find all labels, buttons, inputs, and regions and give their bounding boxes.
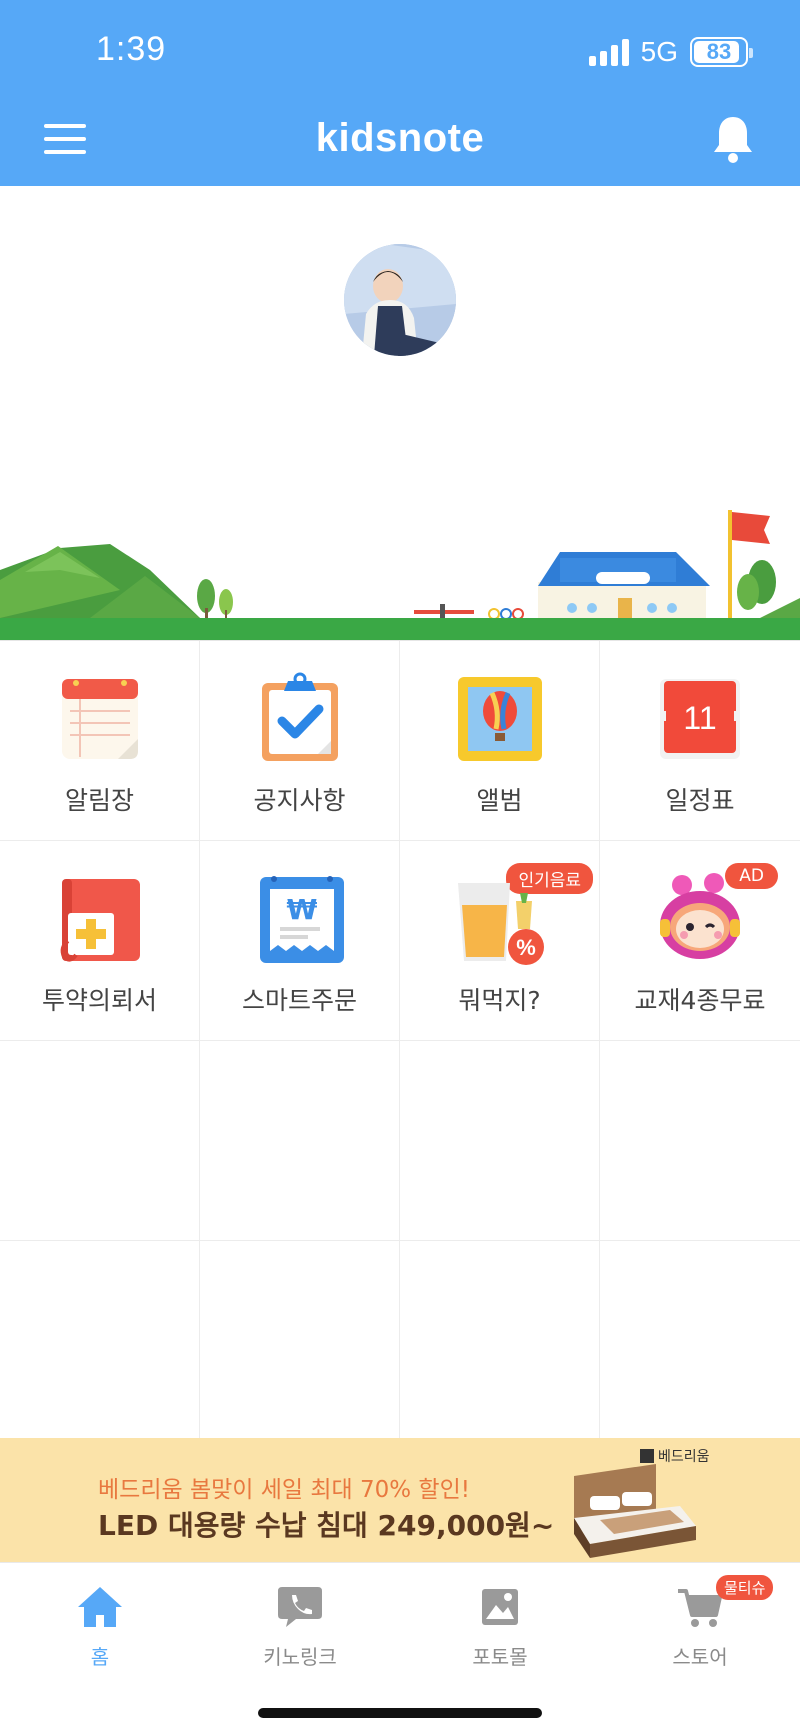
app-header: 1:39 5G 83 kidsnote <box>0 0 800 186</box>
tab-home[interactable]: 홈 <box>40 1583 160 1670</box>
status-time: 1:39 <box>96 30 167 68</box>
empty-grid-cell <box>600 1241 800 1441</box>
tab-label: 포토몰 <box>472 1645 528 1669</box>
empty-grid-cell <box>400 1041 600 1241</box>
menu-label: 교재4종무료 <box>634 986 766 1015</box>
bell-icon[interactable] <box>712 114 754 164</box>
character-icon <box>660 873 740 959</box>
photo-icon <box>482 1589 518 1625</box>
menu-item-what-to-eat[interactable]: 인기음료 % 뭐먹지? <box>400 841 600 1041</box>
empty-grid-cell <box>200 1241 400 1441</box>
battery-icon: 83 <box>690 37 753 67</box>
signal-icon <box>588 38 629 66</box>
calendar-icon: 11 <box>660 679 740 759</box>
menu-label: 뭐먹지? <box>458 986 541 1015</box>
home-indicator <box>258 1708 542 1718</box>
kindergarten-landscape-illustration <box>0 510 800 640</box>
menu-label: 앨범 <box>476 786 523 815</box>
smart-order-icon: ₩ <box>259 876 344 963</box>
empty-grid-cell <box>0 1241 200 1441</box>
banner-offer: LED 대용량 수납 침대 249,000원~ <box>98 1509 555 1542</box>
medicine-request-icon <box>60 879 140 962</box>
album-balloon-icon <box>457 677 542 761</box>
tab-photomall[interactable]: 포토몰 <box>440 1583 560 1670</box>
menu-item-schedule[interactable]: 11 일정표 <box>600 641 800 841</box>
menu-label: 스마트주문 <box>241 986 357 1015</box>
menu-item-medicine-request[interactable]: 투약의뢰서 <box>0 841 200 1041</box>
network-type: 5G <box>640 36 678 67</box>
clipboard-check-icon <box>261 672 338 761</box>
ad-banner[interactable]: 베드리움 봄맞이 세일 최대 70% 할인! LED 대용량 수납 침대 249… <box>0 1438 800 1562</box>
battery-level: 83 <box>706 39 732 64</box>
phone-chat-icon <box>278 1587 322 1627</box>
svg-text:₩: ₩ <box>286 893 317 926</box>
cart-icon-wrapper: 물티슈 <box>676 1575 774 1631</box>
menu-item-free-textbook-ad[interactable]: AD 교재4종무료 <box>600 841 800 1041</box>
menu-item-notebook[interactable]: 알림장 <box>0 641 200 841</box>
tab-label: 스토어 <box>672 1645 728 1669</box>
empty-grid-cell <box>600 1041 800 1241</box>
store-badge: 물티슈 <box>716 1575 774 1600</box>
profile-subtitle <box>328 458 472 494</box>
menu-label: 알림장 <box>64 786 134 815</box>
status-indicators: 5G 83 <box>588 36 753 68</box>
empty-grid-cell <box>0 1041 200 1241</box>
calendar-day: 11 <box>683 700 716 736</box>
app-logo: kidsnote <box>315 116 485 160</box>
menu-label: 일정표 <box>665 786 735 815</box>
bottom-tab-bar: 홈 키노링크 포토몰 물티슈 스토어 <box>0 1562 800 1732</box>
drink-icon: % <box>457 883 544 965</box>
tab-store[interactable]: 물티슈 스토어 <box>640 1575 774 1670</box>
menu-item-smart-order[interactable]: ₩ 스마트주문 <box>200 841 400 1041</box>
notebook-icon <box>61 679 138 759</box>
menu-item-notice[interactable]: 공지사항 <box>200 641 400 841</box>
menu-label: 공지사항 <box>253 786 346 815</box>
tab-kinolink[interactable]: 키노링크 <box>240 1583 360 1670</box>
home-icon <box>78 1587 122 1627</box>
profile-name <box>232 398 568 446</box>
child-avatar[interactable] <box>344 244 456 356</box>
menu-grid: 알림장 공지사항 앨범 11 일정표 투약의뢰서 ₩ 스마트주문 인기음료 % … <box>0 640 800 1441</box>
empty-grid-cell <box>400 1241 600 1441</box>
svg-text:%: % <box>516 935 536 960</box>
tab-label: 홈 <box>90 1645 110 1669</box>
banner-headline: 베드리움 봄맞이 세일 최대 70% 할인! <box>98 1477 470 1503</box>
empty-grid-cell <box>200 1041 400 1241</box>
menu-label: 투약의뢰서 <box>41 986 157 1015</box>
tab-label: 키노링크 <box>263 1645 337 1669</box>
menu-item-album[interactable]: 앨범 <box>400 641 600 841</box>
bed-product-image <box>574 1464 696 1558</box>
